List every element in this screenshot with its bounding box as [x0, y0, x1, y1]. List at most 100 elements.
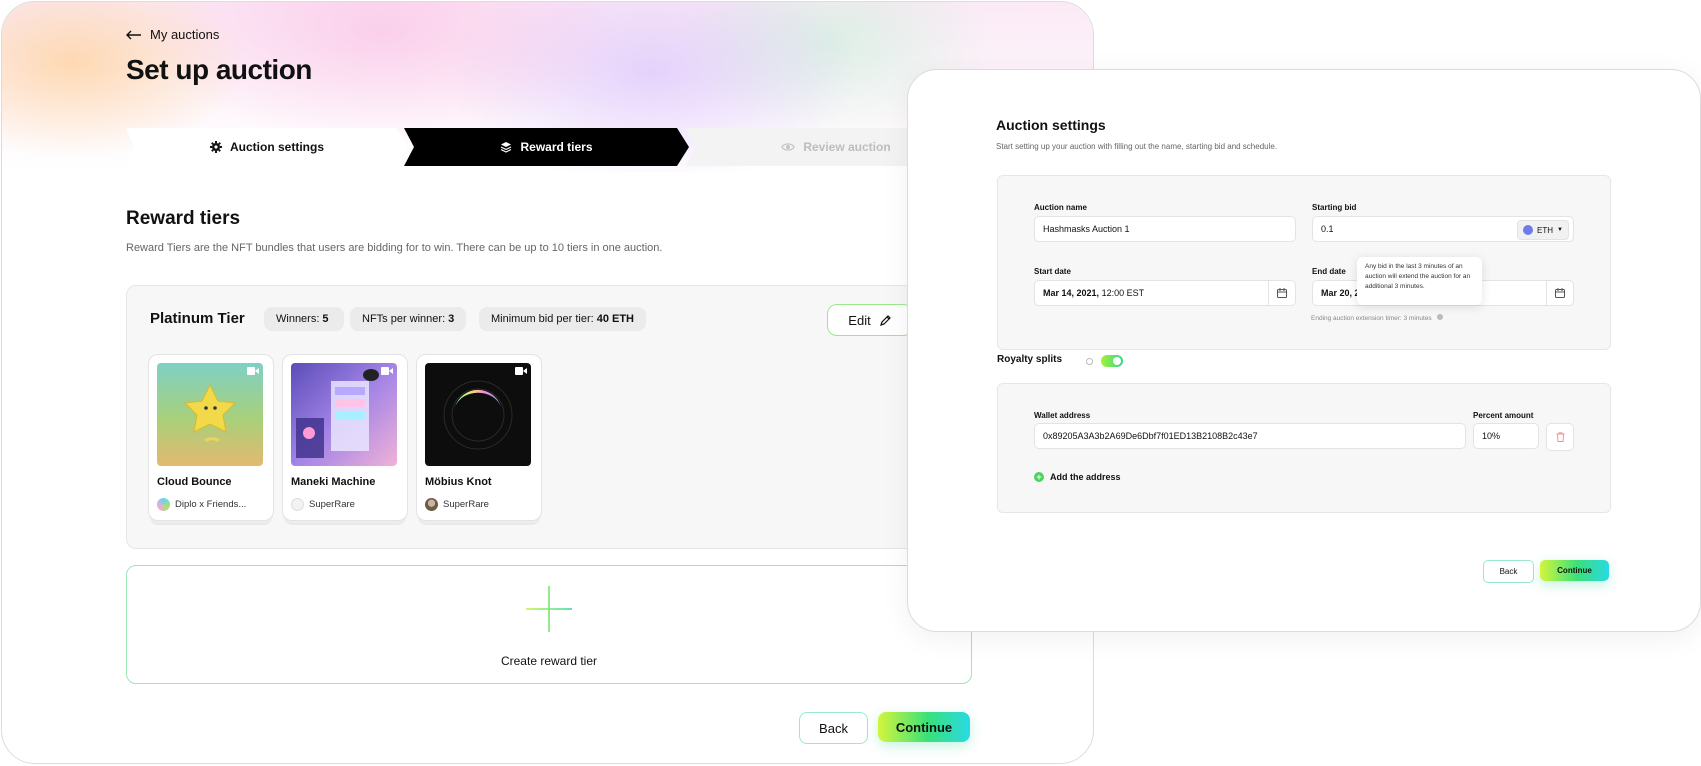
nft-card[interactable]: Cloud Bounce Diplo x Friends... [148, 354, 274, 521]
section-description: Reward Tiers are the NFT bundles that us… [126, 242, 663, 254]
winners-chip: Winners: 5 [264, 307, 344, 331]
auction-name-input[interactable]: Hashmasks Auction 1 [1034, 216, 1296, 242]
back-button-label: Back [1499, 567, 1518, 576]
video-icon [247, 367, 259, 375]
edit-label: Edit [848, 312, 871, 328]
royalty-splits-toggle[interactable] [1101, 355, 1123, 367]
calendar-icon[interactable] [1546, 281, 1573, 305]
plus-icon [526, 586, 572, 632]
trash-icon[interactable] [1546, 423, 1574, 451]
percent-amount-input[interactable]: 10% [1473, 423, 1539, 449]
layers-icon [501, 142, 512, 153]
nft-owner: SuperRare [425, 498, 489, 511]
auction-settings-form: Auction name Hashmasks Auction 1 Startin… [997, 175, 1611, 350]
chip-label: Winners: [276, 313, 320, 325]
star-character-art [183, 383, 237, 443]
back-link-label: My auctions [150, 27, 220, 42]
starting-bid-input[interactable]: 0.1 ETH ▼ [1312, 216, 1574, 242]
wallet-address-label: Wallet address [1034, 411, 1091, 420]
percent-amount-label: Percent amount [1473, 411, 1534, 420]
chip-label: NFTs per winner: [362, 313, 446, 325]
eye-icon [781, 143, 796, 151]
page-title: Set up auction [126, 54, 312, 85]
owner-name: SuperRare [443, 499, 489, 510]
plus-circle-icon: + [1034, 472, 1044, 482]
back-to-my-auctions-link[interactable]: My auctions [126, 27, 219, 42]
extension-timer-note: Ending auction extension timer: 3 minute… [1311, 314, 1443, 322]
step-reward-tiers[interactable]: Reward tiers [404, 128, 689, 166]
back-button[interactable]: Back [799, 712, 868, 744]
nft-image [425, 363, 531, 466]
extension-tooltip: Any bid in the last 3 minutes of an auct… [1357, 257, 1482, 305]
royalty-splits-form: Wallet address 0x89205A3A3b2A69De6Dbf7f0… [997, 383, 1611, 513]
step-label: Reward tiers [520, 140, 593, 154]
chevron-down-icon: ▼ [1557, 227, 1563, 233]
continue-button-label: Continue [895, 719, 953, 735]
owner-name: SuperRare [309, 499, 355, 510]
end-date-label: End date [1312, 267, 1346, 276]
nft-image [157, 363, 263, 466]
video-icon [381, 367, 393, 375]
nft-card[interactable]: Möbius Knot SuperRare [416, 354, 542, 521]
start-date-value: Mar 14, 2021, [1043, 288, 1100, 298]
auction-settings-description: Start setting up your auction with filli… [996, 142, 1278, 151]
continue-button-label: Continue [1557, 566, 1592, 575]
maneki-machine-art [296, 369, 379, 458]
nft-owner: SuperRare [291, 498, 355, 511]
auction-settings-title: Auction settings [996, 117, 1106, 133]
toggle-knob [1113, 357, 1121, 365]
auction-name-value: Hashmasks Auction 1 [1043, 224, 1130, 234]
add-address-label: Add the address [1050, 472, 1121, 482]
owner-name: Diplo x Friends... [175, 499, 247, 510]
pencil-icon [879, 314, 891, 326]
step-label: Review auction [803, 140, 891, 154]
edit-tier-button[interactable]: Edit [827, 304, 913, 336]
step-auction-settings[interactable]: Auction settings [126, 128, 408, 166]
info-icon[interactable] [1436, 314, 1443, 320]
nft-owner: Diplo x Friends... [157, 498, 246, 511]
chip-label: Minimum bid per tier: [491, 313, 594, 325]
starting-bid-label: Starting bid [1312, 203, 1357, 212]
wallet-address-input[interactable]: 0x89205A3A3b2A69De6Dbf7f01ED13B2108B2c43… [1034, 423, 1466, 449]
chip-value: 40 ETH [596, 313, 634, 325]
nft-name: Möbius Knot [425, 476, 492, 488]
royalty-splits-label: Royalty splits [997, 354, 1063, 365]
auction-settings-card: Auction settings Start setting up your a… [907, 69, 1701, 632]
mobius-knot-art [443, 380, 513, 450]
start-date-label: Start date [1034, 267, 1071, 276]
minimum-bid-chip: Minimum bid per tier: 40 ETH [479, 307, 646, 331]
back-button-label: Back [819, 720, 848, 736]
tier-name: Platinum Tier [150, 310, 245, 327]
percent-amount-value: 10% [1482, 431, 1501, 441]
avatar [291, 498, 304, 511]
calendar-icon[interactable] [1268, 281, 1295, 305]
starting-bid-value: 0.1 [1321, 224, 1334, 234]
create-reward-tier-label: Create reward tier [500, 654, 598, 668]
nft-name: Maneki Machine [291, 476, 376, 488]
chip-value: 5 [322, 313, 329, 325]
currency-select[interactable]: ETH ▼ [1517, 220, 1569, 240]
currency-label: ETH [1537, 225, 1554, 235]
arrow-left-icon [126, 30, 141, 39]
start-date-input[interactable]: Mar 14, 2021, 12:00 EST [1034, 280, 1296, 306]
wallet-address-value: 0x89205A3A3b2A69De6Dbf7f01ED13B2108B2c43… [1043, 431, 1258, 441]
back-button[interactable]: Back [1483, 560, 1534, 583]
nfts-per-winner-chip: NFTs per winner: 3 [350, 307, 467, 331]
continue-button[interactable]: Continue [1540, 560, 1609, 581]
chip-value: 3 [448, 313, 455, 325]
gear-icon [209, 141, 222, 153]
extension-timer-text: Ending auction extension timer: 3 minute… [1311, 315, 1432, 322]
nft-card[interactable]: Maneki Machine SuperRare [282, 354, 408, 521]
ethereum-icon [1523, 225, 1534, 235]
continue-button[interactable]: Continue [878, 712, 970, 742]
info-icon[interactable] [1086, 358, 1093, 365]
auction-name-label: Auction name [1034, 203, 1087, 212]
tier-card: Platinum Tier Winners: 5 NFTs per winner:… [126, 285, 978, 549]
avatar [425, 498, 438, 511]
avatar [157, 498, 170, 511]
create-reward-tier-button[interactable]: Create reward tier [126, 565, 972, 684]
nft-image [291, 363, 397, 466]
section-title: Reward tiers [126, 208, 241, 229]
add-address-button[interactable]: + Add the address [1034, 472, 1121, 482]
step-label: Auction settings [229, 140, 324, 154]
